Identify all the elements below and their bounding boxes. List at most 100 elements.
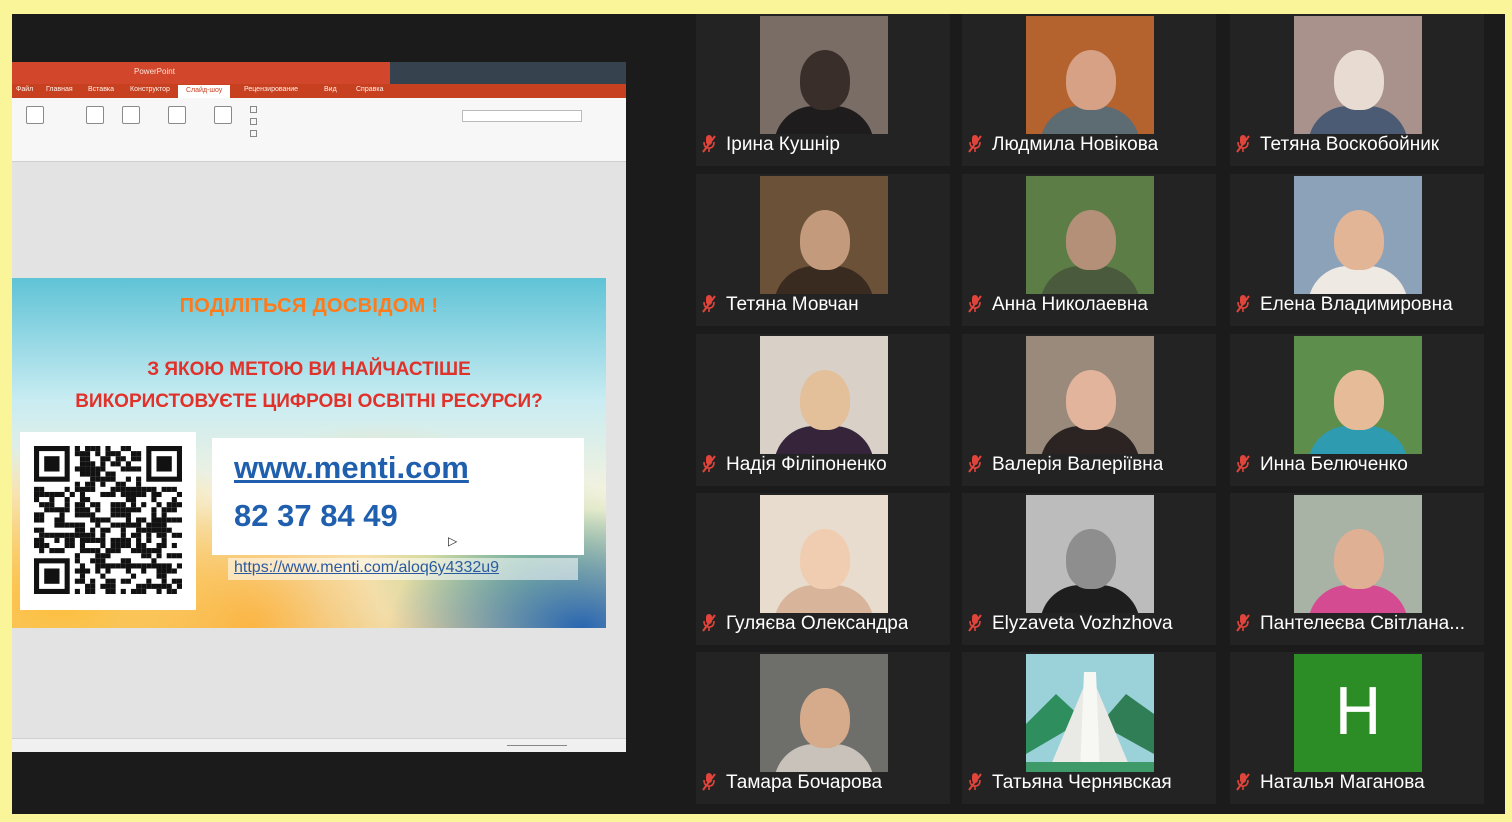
muted-mic-icon	[968, 134, 982, 154]
participant-video	[1026, 495, 1154, 613]
participant-face	[800, 210, 850, 270]
participant-name: Пантелеєва Світлана...	[1260, 613, 1466, 634]
ribbon-toolbar	[12, 98, 626, 162]
ribbon-tab[interactable]: Главная	[46, 86, 73, 93]
participant-name: Тетяна Воскобойник	[1260, 134, 1440, 155]
ribbon-tab[interactable]: Конструктор	[130, 86, 170, 93]
participant-tile[interactable]: Пантелеєва Світлана...	[1230, 493, 1484, 645]
zoom-slider[interactable]	[507, 745, 567, 746]
menti-hyperlink[interactable]: https://www.menti.com/aloq6y4332u9	[228, 558, 578, 580]
participant-body	[1308, 106, 1408, 134]
slide-canvas: ПОДІЛІТЬСЯ ДОСВІДОМ ! З ЯКОЮ МЕТОЮ ВИ НА…	[12, 278, 606, 628]
powerpoint-title-bar: PowerPoint	[12, 62, 626, 98]
participant-name: Elyzaveta Vozhzhova	[992, 613, 1173, 634]
participant-body	[1308, 426, 1408, 454]
participant-tile[interactable]: Тамара Бочарова	[696, 652, 950, 804]
participant-body	[1040, 426, 1140, 454]
muted-mic-icon	[1236, 613, 1250, 633]
participant-name: Анна Николаевна	[992, 294, 1148, 315]
participant-tile[interactable]: Тетяна Воскобойник	[1230, 14, 1484, 166]
participant-video	[760, 495, 888, 613]
slide-question-line: ВИКОРИСТОВУЄТЕ ЦИФРОВІ ОСВІТНІ РЕСУРСИ?	[75, 391, 543, 412]
ribbon-tab[interactable]: Файл	[16, 86, 33, 93]
participant-face	[1334, 370, 1384, 430]
participant-tile[interactable]: Ірина Кушнір	[696, 14, 950, 166]
muted-mic-icon	[968, 454, 982, 474]
slide-question-line: З ЯКОЮ МЕТОЮ ВИ НАЙЧАСТІШЕ	[147, 359, 471, 380]
ribbon-button[interactable]	[20, 106, 50, 150]
qr-code-pattern	[34, 446, 182, 594]
participant-name: Тетяна Мовчан	[726, 294, 859, 315]
ribbon-tab[interactable]: Вставка	[88, 86, 114, 93]
participant-tile[interactable]: Тетяна Мовчан	[696, 174, 950, 326]
muted-mic-icon	[702, 454, 716, 474]
hide-slide-icon	[122, 106, 140, 124]
participant-name: Татьяна Чернявская	[992, 772, 1172, 793]
participant-initial-avatar: H	[1294, 654, 1422, 772]
participant-face	[800, 370, 850, 430]
window-title: PowerPoint	[134, 67, 175, 76]
ribbon-button[interactable]	[116, 106, 146, 150]
shared-screen: PowerPoint Файл Главная Вставка Конструк…	[12, 62, 626, 752]
participant-face	[1066, 210, 1116, 270]
participant-name: Гуляєва Олександра	[726, 613, 909, 634]
participant-face	[1334, 529, 1384, 589]
participant-body	[774, 744, 874, 772]
muted-mic-icon	[968, 613, 982, 633]
slideshow-icon	[26, 106, 44, 124]
ribbon-button[interactable]	[162, 106, 192, 150]
ribbon-tab-active[interactable]: Слайд-шоу	[178, 85, 231, 98]
participant-tile[interactable]: Людмила Новікова	[962, 14, 1216, 166]
participant-body	[774, 426, 874, 454]
participant-tile[interactable]: Гуляєва Олександра	[696, 493, 950, 645]
ribbon-tab[interactable]: Вид	[324, 86, 337, 93]
muted-mic-icon	[702, 294, 716, 314]
muted-mic-icon	[702, 613, 716, 633]
participant-name: Наталья Маганова	[1260, 772, 1425, 793]
participant-video	[760, 336, 888, 454]
participant-name: Тамара Бочарова	[726, 772, 883, 793]
ribbon-button[interactable]	[80, 106, 110, 150]
ribbon-tab[interactable]: Рецензирование	[244, 86, 298, 93]
participant-video	[1026, 176, 1154, 294]
ribbon-button[interactable]	[208, 106, 238, 150]
participant-tile[interactable]: H Наталья Маганова	[1230, 652, 1484, 804]
participant-name: Надія Філіпоненко	[726, 454, 887, 475]
participant-video	[760, 654, 888, 772]
mouse-cursor-icon: ▷	[448, 534, 458, 548]
zoom-meeting-window: PowerPoint Файл Главная Вставка Конструк…	[12, 14, 1505, 814]
ribbon-tab[interactable]: Справка	[356, 86, 383, 93]
participant-body	[774, 106, 874, 134]
ribbon-checkbox[interactable]	[250, 106, 260, 113]
pyramid-image	[1026, 654, 1154, 772]
powerpoint-status-bar	[12, 738, 626, 752]
ribbon-checkbox[interactable]	[250, 118, 260, 125]
participant-tile[interactable]: Инна Белюченко	[1230, 334, 1484, 486]
monitor-select[interactable]	[462, 110, 582, 122]
participant-video	[1026, 16, 1154, 134]
muted-mic-icon	[1236, 772, 1250, 792]
participant-tile[interactable]: Валерія Валеріївна	[962, 334, 1216, 486]
rehearse-icon	[168, 106, 186, 124]
participant-name: Ірина Кушнір	[726, 134, 840, 155]
menti-url[interactable]: www.menti.com	[234, 450, 469, 486]
participant-video	[760, 176, 888, 294]
participant-body	[1040, 585, 1140, 613]
participant-video	[1294, 176, 1422, 294]
participant-face	[1334, 50, 1384, 110]
participant-body	[1040, 106, 1140, 134]
participant-tile[interactable]: Елена Владимировна	[1230, 174, 1484, 326]
participant-name: Людмила Новікова	[992, 134, 1159, 155]
participant-video	[760, 16, 888, 134]
participant-tile[interactable]: Elyzaveta Vozhzhova	[962, 493, 1216, 645]
participant-tile[interactable]: Анна Николаевна	[962, 174, 1216, 326]
participant-tile[interactable]: Татьяна Чернявская	[962, 652, 1216, 804]
ribbon-tab-strip: Файл Главная Вставка Конструктор Слайд-ш…	[12, 84, 626, 98]
muted-mic-icon	[968, 294, 982, 314]
participant-tile[interactable]: Надія Філіпоненко	[696, 334, 950, 486]
participant-face	[1066, 50, 1116, 110]
ribbon-checkbox[interactable]	[250, 130, 260, 137]
participant-face	[800, 529, 850, 589]
muted-mic-icon	[968, 772, 982, 792]
muted-mic-icon	[702, 772, 716, 792]
